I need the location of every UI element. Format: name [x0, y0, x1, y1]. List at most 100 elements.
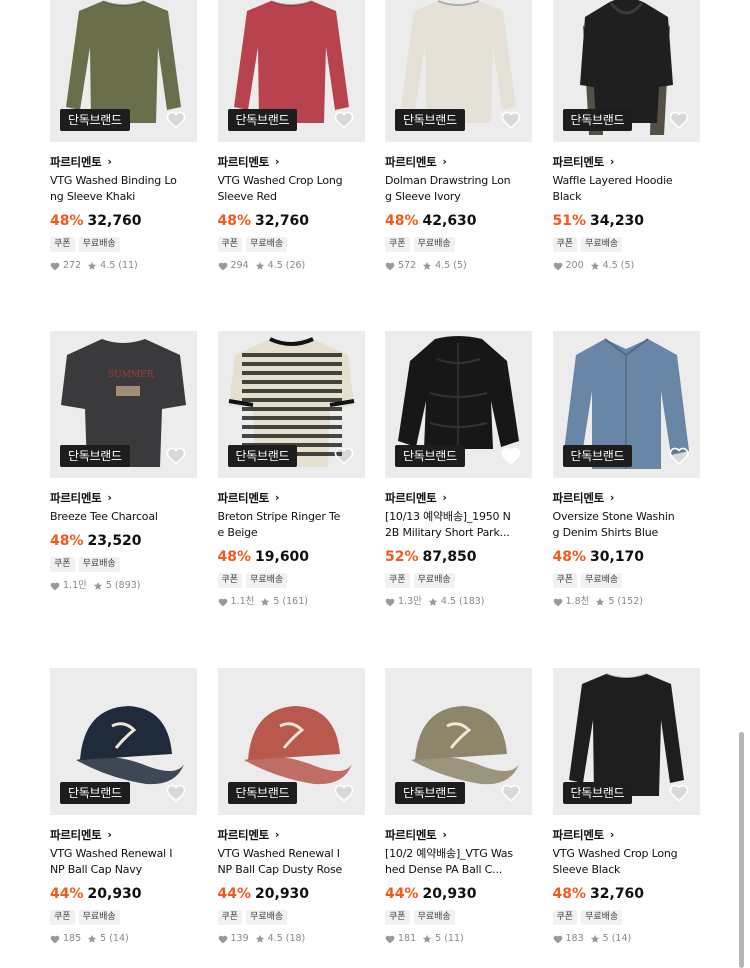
like-count-icon: [218, 598, 228, 607]
wishlist-heart-icon[interactable]: [500, 110, 522, 130]
product-name[interactable]: [10/2 예약배송]_VTG Washed Dense PA Ball C..…: [385, 846, 513, 878]
product-image[interactable]: 단독브랜드: [385, 0, 532, 142]
product-name[interactable]: VTG Washed Renewal INP Ball Cap Dusty Ro…: [218, 846, 346, 878]
sale-price: 34,230: [590, 213, 645, 229]
product-stats: 1.1만 5 (893): [50, 579, 197, 593]
brand-link[interactable]: 파르티멘토 ›: [385, 490, 532, 506]
price-row: 48% 32,760: [218, 211, 365, 231]
brand-link[interactable]: 파르티멘토 ›: [50, 827, 197, 843]
tag-list: 쿠폰 무료배송: [217, 573, 365, 588]
product-name[interactable]: VTG Washed Crop Long Sleeve Black: [553, 846, 681, 878]
like-count: 1.1만: [63, 580, 87, 591]
like-count: 181: [398, 933, 417, 944]
brand-name: 파르티멘토: [217, 491, 270, 505]
sale-price: 32,760: [87, 213, 142, 229]
wishlist-heart-icon[interactable]: [500, 446, 522, 466]
exclusive-brand-badge: 단독브랜드: [395, 445, 465, 467]
like-count: 294: [230, 260, 249, 271]
product-card[interactable]: 단독브랜드 파르티멘토 › VTG Washed Binding Long Sl…: [50, 0, 197, 331]
product-image[interactable]: SUMMER 단독브랜드: [50, 331, 197, 478]
wishlist-heart-icon[interactable]: [500, 783, 522, 803]
product-card[interactable]: 단독브랜드 파르티멘토 › Oversize Stone Washing Den…: [552, 331, 700, 668]
brand-link[interactable]: 파르티멘토 ›: [50, 490, 197, 506]
review-count: (893): [114, 580, 141, 591]
product-image[interactable]: 단독브랜드: [552, 0, 700, 142]
free-shipping-tag: 무료배송: [581, 910, 623, 925]
wishlist-heart-icon[interactable]: [165, 110, 187, 130]
like-count-icon: [385, 935, 395, 944]
sale-price: 32,760: [255, 213, 310, 229]
product-name[interactable]: Breeze Tee Charcoal: [50, 509, 178, 525]
wishlist-heart-icon[interactable]: [668, 110, 690, 130]
wishlist-heart-icon[interactable]: [333, 110, 355, 130]
product-name[interactable]: Dolman Drawstring Long Sleeve Ivory: [385, 173, 513, 205]
product-name[interactable]: VTG Washed Crop Long Sleeve Red: [218, 173, 346, 205]
tag-list: 쿠폰 무료배송: [385, 573, 532, 588]
star-icon: [590, 261, 600, 271]
tag-list: 쿠폰 무료배송: [552, 237, 700, 252]
wishlist-heart-icon[interactable]: [165, 783, 187, 803]
like-count: 185: [63, 933, 82, 944]
discount-rate: 48%: [217, 549, 252, 565]
product-card[interactable]: 단독브랜드 파르티멘토 › [10/2 예약배송]_VTG Washed Den…: [385, 668, 532, 968]
review-count: (152): [617, 596, 643, 607]
brand-link[interactable]: 파르티멘토 ›: [218, 490, 365, 506]
brand-link[interactable]: 파르티멘토 ›: [218, 827, 365, 843]
wishlist-heart-icon[interactable]: [668, 783, 690, 803]
brand-link[interactable]: 파르티멘토 ›: [553, 490, 700, 506]
product-image[interactable]: 단독브랜드: [552, 668, 700, 815]
brand-name: 파르티멘토: [552, 491, 605, 505]
product-card[interactable]: 단독브랜드 파르티멘토 › VTG Washed Crop Long Sleev…: [552, 668, 700, 968]
brand-link[interactable]: 파르티멘토 ›: [50, 154, 197, 170]
review-count: (11): [118, 260, 138, 271]
svg-text:SUMMER: SUMMER: [108, 370, 154, 380]
tag-list: 쿠폰 무료배송: [385, 910, 532, 925]
product-image[interactable]: 단독브랜드: [385, 331, 532, 478]
exclusive-brand-badge: 단독브랜드: [227, 782, 298, 804]
brand-link[interactable]: 파르티멘토 ›: [385, 827, 532, 843]
product-card[interactable]: 단독브랜드 파르티멘토 › Waffle Layered Hoodie Blac…: [552, 0, 700, 331]
product-card[interactable]: 단독브랜드 파르티멘토 › VTG Washed Crop Long Sleev…: [217, 0, 365, 331]
product-image[interactable]: 단독브랜드: [217, 331, 365, 478]
product-card[interactable]: 단독브랜드 파르티멘토 › [10/13 예약배송]_1950 N2B Mili…: [385, 331, 532, 668]
exclusive-brand-badge: 단독브랜드: [227, 109, 298, 131]
product-card[interactable]: 단독브랜드 파르티멘토 › Breton Stripe Ringer Tee B…: [217, 331, 365, 668]
free-shipping-tag: 무료배송: [78, 557, 120, 572]
free-shipping-tag: 무료배송: [581, 573, 623, 588]
product-name[interactable]: Waffle Layered Hoodie Black: [553, 173, 681, 205]
product-card[interactable]: 단독브랜드 파르티멘토 › VTG Washed Renewal INP Bal…: [50, 668, 197, 968]
product-card[interactable]: 단독브랜드 파르티멘토 › VTG Washed Renewal INP Bal…: [217, 668, 365, 968]
price-row: 48% 42,630: [385, 211, 532, 231]
product-card[interactable]: SUMMER 단독브랜드 파르티멘토 › Breeze Tee Charcoal…: [50, 331, 197, 668]
product-image[interactable]: 단독브랜드: [50, 668, 197, 815]
wishlist-heart-icon[interactable]: [165, 446, 187, 466]
like-count-icon: [385, 262, 395, 271]
wishlist-heart-icon[interactable]: [333, 446, 355, 466]
brand-link[interactable]: 파르티멘토 ›: [553, 827, 700, 843]
product-name[interactable]: Breton Stripe Ringer Tee Beige: [218, 509, 346, 541]
brand-link[interactable]: 파르티멘토 ›: [218, 154, 365, 170]
page-scrollbar[interactable]: [739, 732, 744, 968]
rating: 5: [435, 933, 442, 944]
product-card[interactable]: 단독브랜드 파르티멘토 › Dolman Drawstring Long Sle…: [385, 0, 532, 331]
like-count: 1.1천: [230, 596, 255, 607]
product-name[interactable]: VTG Washed Renewal INP Ball Cap Navy: [50, 846, 178, 878]
free-shipping-tag: 무료배송: [413, 910, 455, 925]
like-count: 1.8천: [565, 596, 590, 607]
wishlist-heart-icon[interactable]: [668, 446, 690, 466]
product-name[interactable]: Oversize Stone Washing Denim Shirts Blue: [553, 509, 681, 541]
product-image[interactable]: 단독브랜드: [552, 331, 700, 478]
discount-rate: 44%: [217, 886, 252, 902]
brand-link[interactable]: 파르티멘토 ›: [385, 154, 532, 170]
product-image[interactable]: 단독브랜드: [217, 0, 365, 142]
star-icon: [422, 261, 432, 271]
product-image[interactable]: 단독브랜드: [50, 0, 197, 142]
brand-link[interactable]: 파르티멘토 ›: [553, 154, 700, 170]
star-icon: [93, 581, 103, 591]
product-name[interactable]: VTG Washed Binding Long Sleeve Khaki: [50, 173, 178, 205]
sale-price: 19,600: [255, 549, 310, 565]
product-name[interactable]: [10/13 예약배송]_1950 N2B Military Short Par…: [385, 509, 513, 541]
product-image[interactable]: 단독브랜드: [217, 668, 365, 815]
wishlist-heart-icon[interactable]: [333, 783, 355, 803]
product-image[interactable]: 단독브랜드: [385, 668, 532, 815]
